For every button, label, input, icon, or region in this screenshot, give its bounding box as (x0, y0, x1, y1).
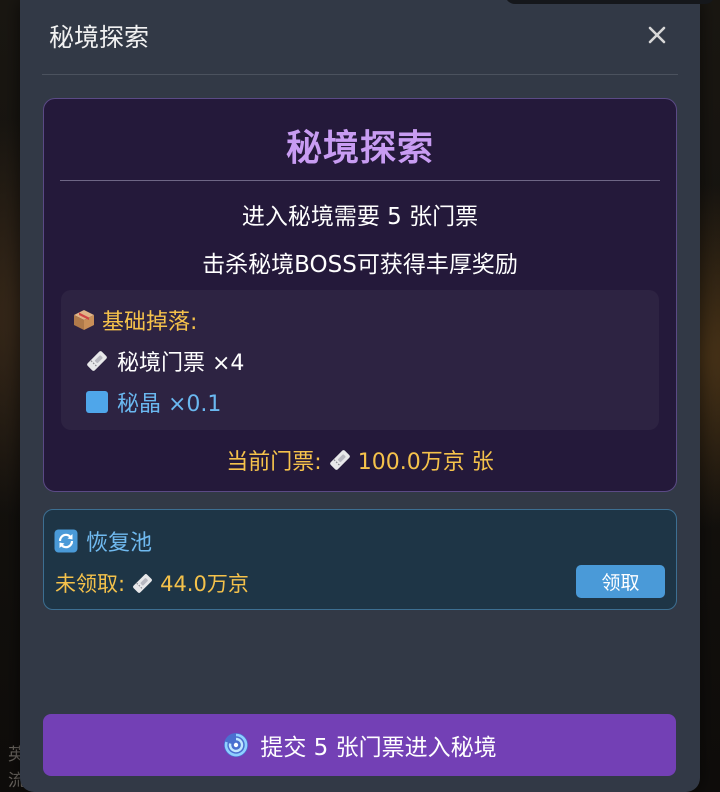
base-drops-box: 基础掉落: 秘境门票 ×4 秘晶 ×0.1 (61, 290, 659, 430)
dungeon-modal: 秘境探索 秘境探索 进入秘境需要 5 张门票 击杀秘境BOSS可获得丰厚奖励 基… (20, 0, 715, 792)
current-tickets: 当前门票: 100.0万京 张 (44, 444, 676, 476)
drop-item-label: 秘境门票 ×4 (117, 351, 245, 376)
crystal-icon (85, 390, 109, 414)
unclaimed-amount: 未领取: 44.0万京 (55, 568, 249, 598)
reward-hint: 击杀秘境BOSS可获得丰厚奖励 (202, 252, 518, 278)
ticket-icon (131, 572, 154, 595)
close-button[interactable] (640, 18, 674, 52)
recovery-pool-title: 恢复池 (54, 525, 152, 557)
base-drops-title: 基础掉落: (72, 304, 197, 336)
drop-item-label: 秘晶 ×0.1 (117, 392, 222, 417)
ticket-icon (328, 448, 352, 472)
card-title: 秘境探索 (285, 128, 434, 169)
ticket-requirement: 进入秘境需要 5 张门票 (241, 204, 479, 230)
drop-item-crystal: 秘晶 ×0.1 (85, 386, 221, 418)
current-tickets-prefix: 当前门票: (226, 450, 322, 475)
recovery-pool-card: 恢复池 未领取: 44.0万京 领取 (43, 509, 677, 610)
base-drops-label: 基础掉落: (102, 310, 198, 335)
unclaimed-prefix: 未领取: (55, 572, 126, 596)
submit-label: 提交 5 张门票进入秘境 (260, 735, 497, 761)
modal-header: 秘境探索 (20, 0, 700, 74)
submit-tickets-button[interactable]: 提交 5 张门票进入秘境 (43, 714, 676, 776)
dungeon-info-card: 秘境探索 进入秘境需要 5 张门票 击杀秘境BOSS可获得丰厚奖励 基础掉落: (43, 98, 677, 492)
claim-button[interactable]: 领取 (576, 565, 665, 598)
drop-item-ticket: 秘境门票 ×4 (85, 345, 244, 377)
current-tickets-value: 100.0万京 张 (357, 450, 494, 475)
swirl-icon (222, 731, 250, 759)
unclaimed-value: 44.0万京 (160, 572, 249, 596)
close-icon (647, 25, 667, 45)
modal-title: 秘境探索 (49, 23, 150, 52)
header-divider (42, 74, 678, 75)
card-divider (60, 180, 660, 181)
recovery-pool-label: 恢复池 (86, 531, 153, 556)
refresh-icon (54, 529, 78, 553)
box-icon (72, 308, 96, 332)
ticket-icon (85, 349, 109, 373)
